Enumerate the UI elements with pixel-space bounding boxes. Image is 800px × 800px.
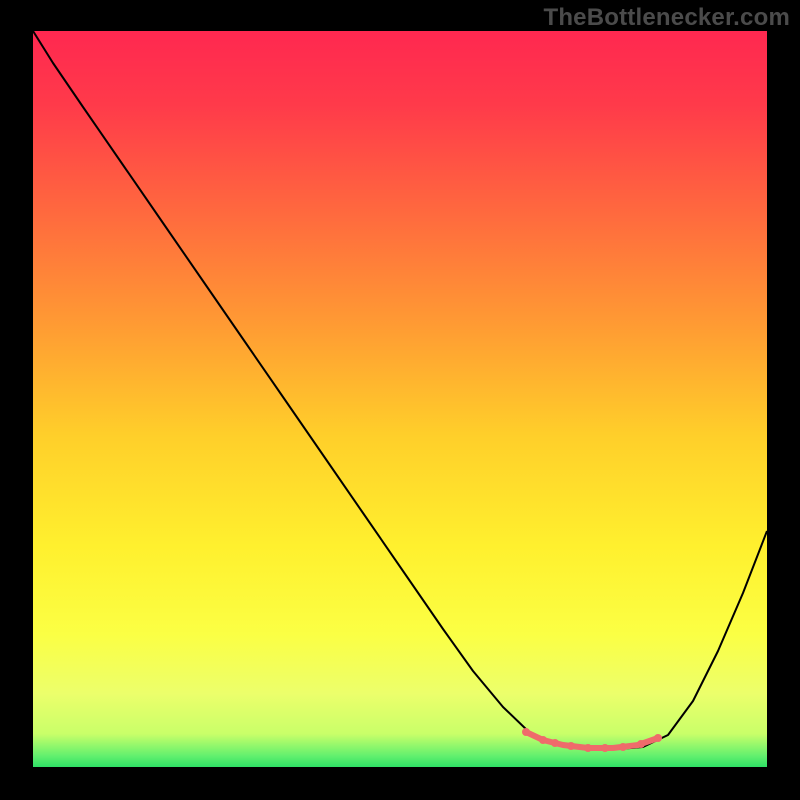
highlight-dot (522, 728, 530, 736)
highlight-dot (654, 734, 662, 742)
highlight-dot (584, 744, 592, 752)
highlight-dot (539, 736, 547, 744)
highlight-dot (619, 743, 627, 751)
plot-area (33, 31, 767, 767)
highlight-dot (637, 740, 645, 748)
highlight-dot (567, 742, 575, 750)
highlight-dot (551, 739, 559, 747)
highlight-dot (601, 744, 609, 752)
chart-frame: TheBottlenecker.com (0, 0, 800, 800)
watermark-text: TheBottlenecker.com (543, 4, 790, 32)
chart-svg (33, 31, 767, 767)
